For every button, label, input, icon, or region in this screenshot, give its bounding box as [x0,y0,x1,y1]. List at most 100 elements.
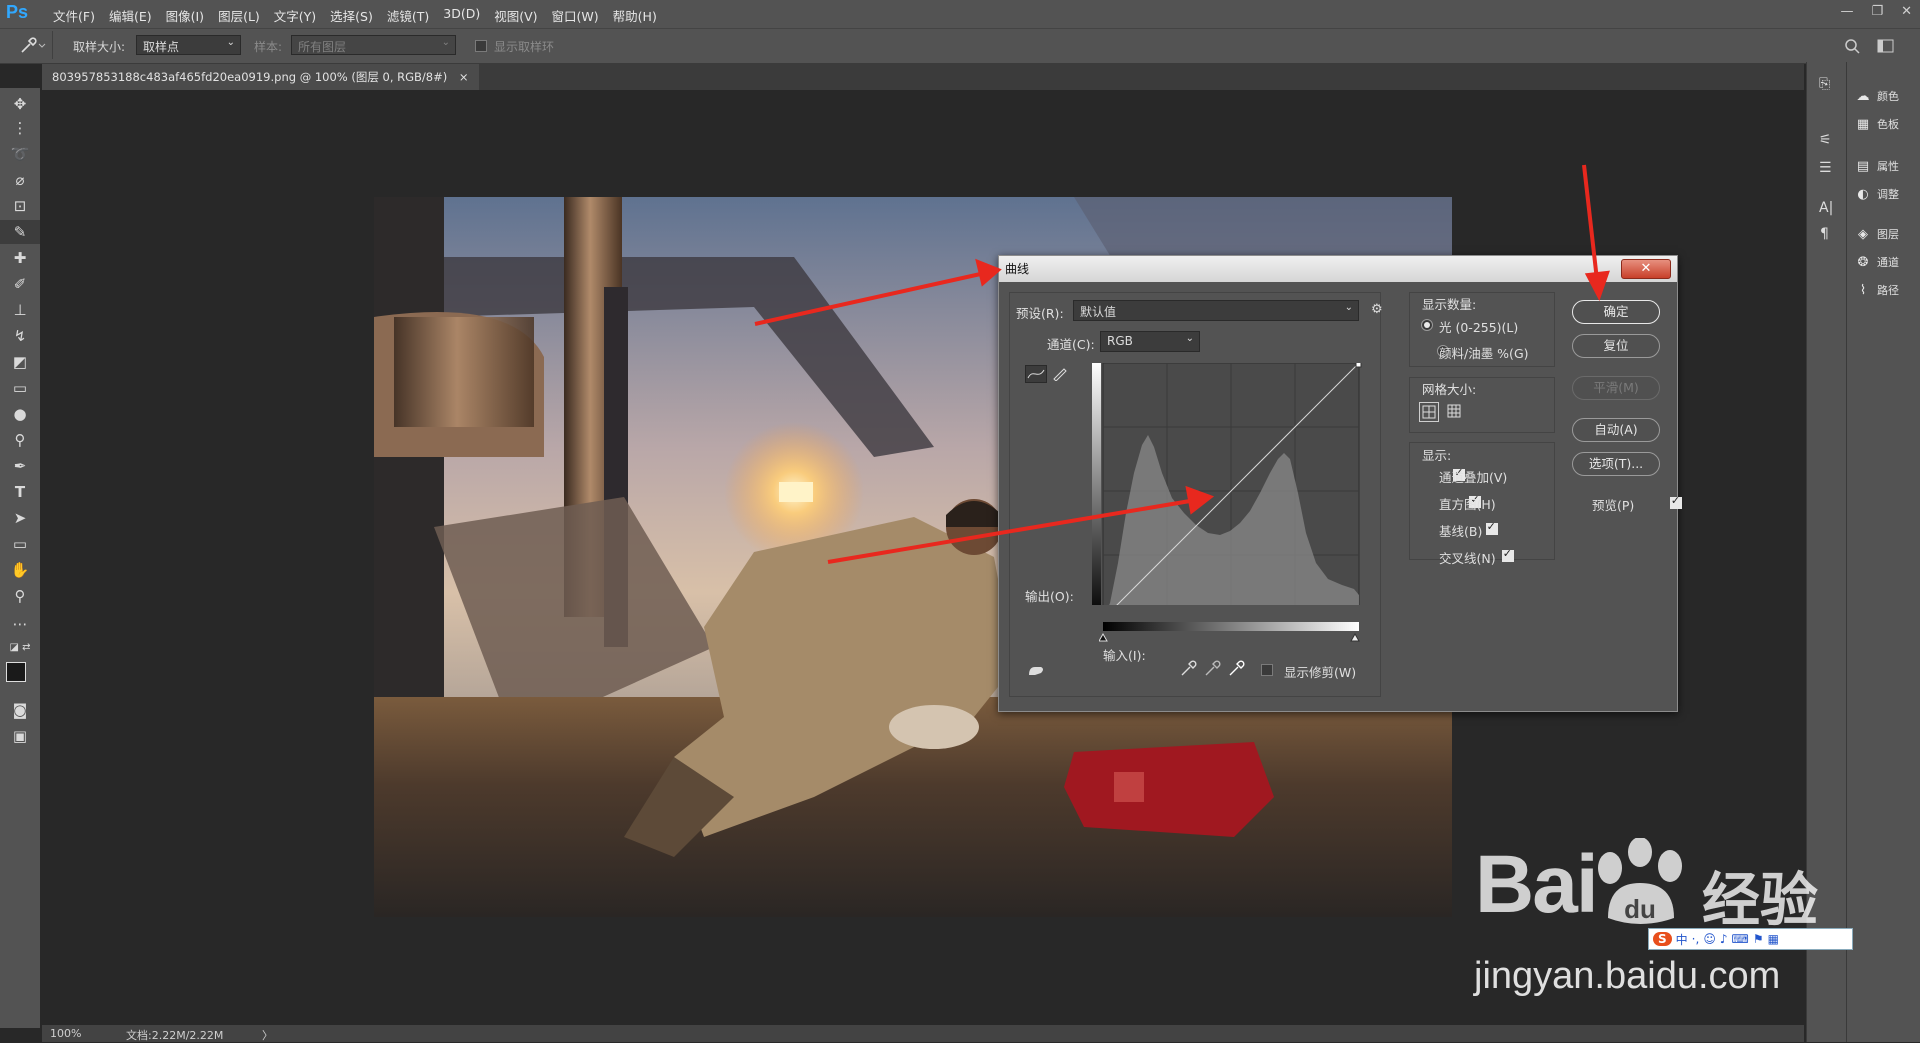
baidu-paw-icon: du [1598,838,1682,924]
status-menu-arrow-icon[interactable]: 〉 [262,1027,273,1043]
dodge-tool-icon[interactable]: ⚲ [0,428,40,452]
input-gradient-slider[interactable] [1099,622,1361,644]
restore-button[interactable]: ❐ [1871,4,1883,19]
quick-selection-tool-icon[interactable]: ⌀ [0,168,40,192]
channel-select[interactable]: RGB ⌄ [1100,331,1200,352]
panel-swatches[interactable]: ▦ 色板 [1855,116,1899,132]
healing-brush-tool-icon[interactable]: ✚ [0,246,40,270]
emoji-icon: ☺ [1703,932,1716,946]
panel-channels[interactable]: ❂ 通道 [1855,254,1899,270]
sample-size-select[interactable]: 取样点 ⌄ [136,35,241,55]
rectangle-tool-icon[interactable]: ▭ [0,532,40,556]
quick-mask-icon[interactable]: ◙ [0,698,40,722]
clone-stamp-tool-icon[interactable]: ⊥ [0,298,40,322]
menu-type[interactable]: 文字(Y) [267,6,323,25]
dialog-close-button[interactable]: ✕ [1621,259,1671,279]
screen-mode-icon[interactable]: ▣ [0,724,40,748]
intersection-line-label: 交叉线(N) [1439,551,1496,566]
menu-file[interactable]: 文件(F) [46,6,102,25]
show-clipping-checkbox[interactable] [1261,664,1273,676]
dialog-title-bar[interactable]: 曲线 ✕ [999,256,1677,282]
curves-graph[interactable] [1092,363,1362,605]
sample-value: 所有图层 [298,40,347,54]
search-icon[interactable] [1843,37,1861,55]
pencil-mode-button[interactable] [1050,365,1070,383]
eyedropper-tool-icon[interactable]: ✎ [0,220,40,244]
intersection-line-checkbox[interactable] [1501,547,1514,562]
light-radio[interactable] [1421,319,1433,331]
history-brush-tool-icon[interactable]: ↯ [0,324,40,348]
punctuation-icon: ·, [1691,932,1700,946]
brush-settings-icon[interactable]: ⚟ [1819,132,1832,148]
detailed-grid-button[interactable] [1445,402,1465,422]
more-tools-icon[interactable]: ⋯ [0,612,40,636]
lasso-tool-icon[interactable]: ➰ [0,142,40,166]
path-selection-tool-icon[interactable]: ➤ [0,506,40,530]
character-panel-icon[interactable]: A| [1819,200,1833,216]
type-tool-icon[interactable]: T [0,480,40,504]
menu-view[interactable]: 视图(V) [487,6,544,25]
preset-options-gear-icon[interactable]: ⚙ [1371,302,1383,317]
crop-tool-icon[interactable]: ⊡ [0,194,40,218]
simple-grid-button[interactable] [1419,402,1439,422]
chevron-down-icon: ⌄ [1344,302,1353,313]
auto-button[interactable]: 自动(A) [1572,418,1660,442]
pen-tool-icon[interactable]: ✒ [0,454,40,478]
panel-properties[interactable]: ▤ 属性 [1855,158,1899,174]
brush-tool-icon[interactable]: ✐ [0,272,40,296]
hand-tool-icon[interactable]: ✋ [0,558,40,582]
chevron-down-icon: ⌄ [441,37,450,48]
eraser-tool-icon[interactable]: ◩ [0,350,40,374]
menu-window[interactable]: 窗口(W) [545,6,606,25]
blur-tool-icon[interactable]: ● [0,402,40,426]
panel-adjustments[interactable]: ◐ 调整 [1855,186,1899,202]
black-eyedropper-icon[interactable] [1179,660,1197,678]
minimize-button[interactable]: — [1840,4,1853,19]
show-sampling-ring-label: 显示取样环 [494,40,555,54]
panel-color[interactable]: ☁ 颜色 [1855,88,1900,104]
move-tool-icon[interactable]: ✥ [0,92,40,116]
skin-icon: ⚑ [1752,932,1764,946]
sample-select[interactable]: 所有图层 ⌄ [291,35,456,55]
gradient-tool-icon[interactable]: ▭ [0,376,40,400]
zoom-level[interactable]: 100% [50,1027,81,1040]
tool-presets-icon[interactable]: ☰ [1819,160,1832,176]
gray-eyedropper-icon[interactable] [1203,660,1221,678]
preset-select[interactable]: 默认值 ⌄ [1073,300,1359,321]
menu-edit[interactable]: 编辑(E) [102,6,159,25]
zoom-tool-icon[interactable]: ⚲ [0,584,40,608]
menu-help[interactable]: 帮助(H) [606,6,664,25]
options-button[interactable]: 选项(T)... [1572,452,1660,476]
history-panel-icon[interactable]: ⎘ [1819,76,1830,92]
menu-filter[interactable]: 滤镜(T) [380,6,436,25]
detailed-grid-icon [1447,404,1461,418]
document-tab[interactable]: 803957853188c483af465fd20ea0919.png @ 10… [42,64,479,90]
paragraph-panel-icon[interactable]: ¶ [1820,226,1829,242]
ok-button[interactable]: 确定 [1572,300,1660,324]
menu-3d[interactable]: 3D(D) [436,6,487,25]
reset-button[interactable]: 复位 [1572,334,1660,358]
target-adjustment-hand-icon[interactable] [1025,661,1047,679]
white-eyedropper-icon[interactable] [1227,660,1245,678]
panel-layers[interactable]: ◈ 图层 [1855,226,1899,242]
close-tab-icon[interactable]: × [459,70,469,84]
close-window-button[interactable]: ✕ [1901,4,1912,19]
menu-layer[interactable]: 图层(L) [211,6,267,25]
baseline-checkbox[interactable] [1485,520,1498,535]
smooth-button[interactable]: 平滑(M) [1572,376,1660,400]
menu-image[interactable]: 图像(I) [159,6,211,25]
panel-paths[interactable]: ⌇ 路径 [1855,282,1899,298]
menu-select[interactable]: 选择(S) [323,6,380,25]
marquee-tool-icon[interactable]: ⋮ [0,116,40,140]
channels-icon: ❂ [1857,254,1869,270]
display-amount-title: 显示数量: [1419,294,1480,313]
show-sampling-ring-checkbox[interactable] [475,40,487,52]
curve-point-mode-button[interactable] [1025,365,1047,383]
default-colors-icon[interactable]: ◪ ⇄ [0,636,40,660]
menu-bar: Ps 文件(F) 编辑(E) 图像(I) 图层(L) 文字(Y) 选择(S) 滤… [0,0,1920,28]
preset-label: 预设(R): [1016,306,1064,321]
foreground-color-swatch[interactable] [6,662,26,682]
preview-checkbox[interactable] [1669,494,1682,509]
eyedropper-preset-picker[interactable] [18,36,46,56]
workspace-icon[interactable] [1876,37,1896,55]
